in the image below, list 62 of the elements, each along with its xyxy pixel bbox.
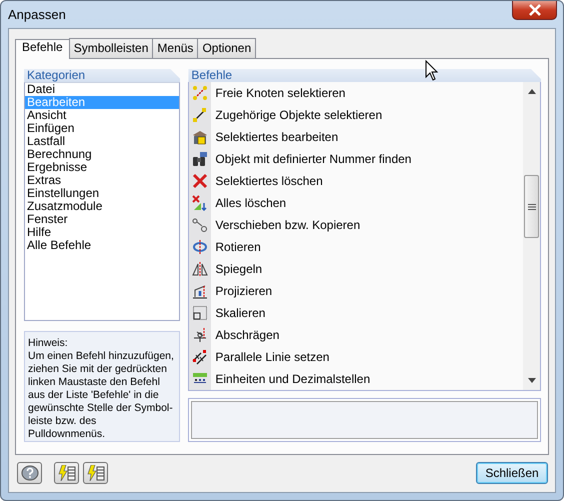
category-item[interactable]: Lastfall	[25, 135, 180, 148]
column-header: Kategorien	[24, 69, 180, 82]
hint-title: Hinweis:	[28, 337, 69, 350]
column-header: Befehle	[188, 69, 541, 82]
category-item[interactable]: Fenster	[25, 213, 180, 226]
tab[interactable]: Optionen	[197, 38, 256, 58]
box-icon	[192, 129, 208, 145]
command-item[interactable]: Objekt mit definierter Nummer finden	[215, 152, 412, 166]
category-item[interactable]: Alle Befehle	[25, 239, 180, 252]
help-button[interactable]	[17, 462, 42, 484]
lightning-list-icon	[86, 465, 104, 481]
category-item[interactable]: Datei	[25, 83, 180, 96]
import-button[interactable]	[54, 462, 79, 484]
command-item[interactable]: Einheiten und Dezimalstellen	[215, 372, 370, 386]
command-item[interactable]: Selektiertes bearbeiten	[215, 130, 338, 144]
scroll-down-icon[interactable]	[528, 378, 536, 383]
scale-icon	[192, 305, 208, 321]
command-item[interactable]: Alles löschen	[215, 196, 286, 210]
command-item[interactable]: Abschrägen	[215, 328, 280, 342]
command-item[interactable]: Projizieren	[215, 284, 272, 298]
tab[interactable]: Menüs	[152, 38, 198, 58]
command-item[interactable]: Verschieben bzw. Kopieren	[215, 218, 360, 232]
hint-text: Um einen Befehl hinzuzufügen, ziehen Sie mit der gedrückten linken Maustaste den Befehl aus der Liste 'Befehle' in die gewünschte Stelle der Symbol- leiste bzw. des Pulldownmenüs.	[28, 350, 175, 441]
chamfer-icon	[192, 327, 208, 343]
category-item[interactable]: Einstellungen	[25, 187, 180, 200]
window-title: Anpassen	[8, 7, 66, 22]
scroll-up-icon[interactable]	[528, 89, 536, 94]
delete-icon	[192, 173, 208, 189]
tab[interactable]: Symbolleisten	[68, 38, 154, 58]
close-dialog-button[interactable]: Schließen	[476, 462, 548, 484]
category-item[interactable]: Hilfe	[25, 226, 180, 239]
projection-icon	[192, 283, 208, 299]
category-item[interactable]: Berechnung	[25, 148, 180, 161]
command-item[interactable]: Selektiertes löschen	[215, 174, 323, 188]
command-item[interactable]: Spiegeln	[215, 262, 262, 276]
category-item[interactable]: Ansicht	[25, 109, 180, 122]
category-item[interactable]: Zusatzmodule	[25, 200, 180, 213]
parallel-lines-icon	[192, 349, 208, 365]
category-item[interactable]: Extras	[25, 174, 180, 187]
line-icon	[192, 107, 208, 123]
close-icon	[528, 4, 542, 16]
tab[interactable]: Befehle	[15, 39, 70, 59]
grip-icon	[528, 204, 536, 210]
command-item[interactable]: Skalieren	[215, 306, 266, 320]
category-item[interactable]: Einfügen	[25, 122, 180, 135]
delete-all-icon	[192, 195, 208, 211]
help-icon	[20, 465, 38, 481]
scroll-thumb[interactable]	[524, 175, 539, 238]
move-icon	[192, 217, 208, 233]
scrollbar[interactable]	[523, 82, 540, 390]
command-item[interactable]: Freie Knoten selektieren	[215, 86, 346, 100]
export-button[interactable]	[83, 462, 108, 484]
command-item[interactable]: Parallele Linie setzen	[215, 350, 330, 364]
close-button[interactable]	[512, 1, 557, 20]
nodes-icon	[192, 85, 208, 101]
rotate-icon	[192, 239, 208, 255]
binoculars-icon	[192, 151, 208, 167]
command-item[interactable]: Zugehörige Objekte selektieren	[215, 108, 382, 122]
mirror-icon	[192, 261, 208, 277]
lightning-list-icon	[58, 465, 76, 481]
category-item[interactable]: Ergebnisse	[25, 161, 180, 174]
command-item[interactable]: Rotieren	[215, 240, 261, 254]
